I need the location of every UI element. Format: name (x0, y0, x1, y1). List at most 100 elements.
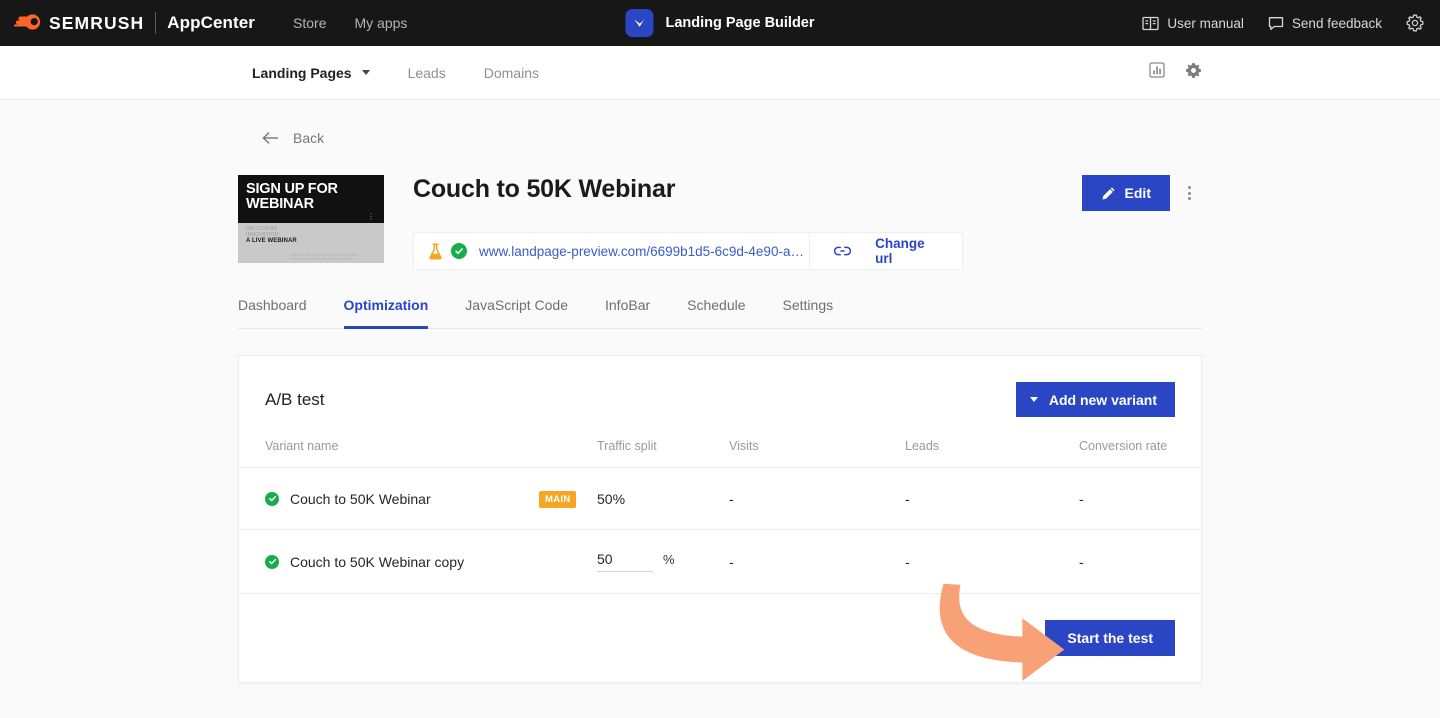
variant-name-cell: Couch to 50K Webinar copy (239, 530, 539, 594)
thumbnail-headline-1: SIGN UP FOR (246, 182, 376, 197)
conversion-rate-cell: - (1079, 530, 1201, 594)
thumbnail-fine-2: STRATEGIES FROM INDUSTRY LEADERS (246, 257, 376, 261)
subnav-item-landing-pages[interactable]: Landing Pages (252, 65, 370, 81)
subnav-landing-pages-label: Landing Pages (252, 65, 352, 81)
visits-cell: - (729, 530, 905, 594)
percent-symbol-label: % (663, 552, 675, 567)
current-app-indicator: Landing Page Builder (625, 9, 814, 37)
status-badge: MAIN (539, 491, 576, 508)
column-leads: Leads (905, 439, 1079, 468)
gear-icon (1406, 14, 1424, 32)
change-url-button[interactable]: Change url (875, 236, 948, 266)
analytics-button[interactable] (1149, 62, 1165, 83)
traffic-split-cell: 50% (597, 468, 729, 530)
user-manual-button[interactable]: User manual (1142, 16, 1244, 31)
book-icon (1142, 16, 1159, 31)
send-feedback-button[interactable]: Send feedback (1268, 16, 1382, 31)
preview-url-bar: www.landpage-preview.com/6699b1d5-6c9d-4… (413, 232, 963, 270)
tab-schedule[interactable]: Schedule (687, 297, 745, 329)
variant-badge-cell: MAIN (539, 468, 597, 530)
leads-cell: - (905, 530, 1079, 594)
landing-page-thumbnail[interactable]: SIGN UP FOR WEBINAR ⋮ UNLOCKING INNOVATI… (238, 175, 384, 263)
table-row: Couch to 50K Webinar copy % - - - (239, 530, 1201, 594)
preview-url-link[interactable]: www.landpage-preview.com/6699b1d5-6c9d-4… (479, 244, 809, 259)
table-row: Couch to 50K Webinar MAIN 50% - - - (239, 468, 1201, 530)
page-settings-gear-button[interactable] (1185, 62, 1202, 84)
variant-active-check-icon (265, 555, 279, 569)
thumbnail-body: UNLOCKING INNOVATION: A LIVE WEBINAR JOI… (238, 223, 384, 263)
send-feedback-label: Send feedback (1292, 16, 1382, 31)
brand-divider (155, 12, 156, 34)
chat-bubble-icon (1268, 16, 1284, 31)
topnav-store[interactable]: Store (293, 15, 326, 31)
link-icon (834, 245, 851, 257)
subnav-leads-label: Leads (408, 65, 446, 81)
gear-icon (1185, 62, 1202, 79)
variant-badge-cell (539, 530, 597, 594)
tab-settings[interactable]: Settings (783, 297, 834, 329)
start-test-button[interactable]: Start the test (1045, 620, 1175, 656)
semrush-comet-icon (14, 13, 42, 33)
subnav-domains-label: Domains (484, 65, 539, 81)
column-visits: Visits (729, 439, 905, 468)
add-new-variant-button[interactable]: Add new variant (1016, 382, 1175, 417)
page-tabs: Dashboard Optimization JavaScript Code I… (238, 296, 1202, 329)
thumbnail-headline-2: WEBINAR (246, 197, 376, 212)
landing-page-builder-icon (625, 9, 653, 37)
bar-chart-icon (1149, 62, 1165, 78)
subnav-item-leads[interactable]: Leads (408, 65, 446, 81)
page-title: Couch to 50K Webinar (413, 175, 675, 204)
ab-test-card-footer: Start the test (239, 594, 1201, 682)
variant-name-label: Couch to 50K Webinar (290, 491, 431, 507)
variant-name-label: Couch to 50K Webinar copy (290, 554, 464, 570)
semrush-wordmark: SEMRUSH (49, 13, 144, 34)
app-title-text: Landing Page Builder (665, 15, 814, 31)
semrush-logo[interactable]: SEMRUSH (14, 13, 144, 34)
back-button[interactable]: Back (238, 130, 1202, 146)
column-badge (539, 439, 597, 468)
top-right-actions: User manual Send feedback (1142, 14, 1440, 32)
leads-cell: - (905, 468, 1079, 530)
page-header-section: SIGN UP FOR WEBINAR ⋮ UNLOCKING INNOVATI… (238, 175, 1202, 270)
add-new-variant-label: Add new variant (1049, 392, 1157, 408)
thumbnail-sub-bold: A LIVE WEBINAR (246, 238, 376, 245)
back-label: Back (293, 130, 324, 146)
table-header-row: Variant name Traffic split Visits Leads … (239, 439, 1201, 468)
secondary-navigation-bar: Landing Pages Leads Domains (0, 46, 1440, 100)
traffic-split-input[interactable] (597, 551, 653, 572)
thumbnail-hero: SIGN UP FOR WEBINAR ⋮ (238, 175, 384, 223)
edit-button-label: Edit (1125, 185, 1151, 201)
flask-icon (428, 243, 443, 260)
column-variant-name: Variant name (239, 439, 539, 468)
column-conversion-rate: Conversion rate (1079, 439, 1201, 468)
copy-link-button[interactable] (810, 245, 875, 257)
topnav-my-apps[interactable]: My apps (354, 15, 407, 31)
main-content-area: Back SIGN UP FOR WEBINAR ⋮ UNLOCKING INN… (0, 100, 1440, 683)
thumbnail-dots-icon: ⋮ (367, 215, 375, 218)
ab-test-card: A/B test Add new variant Variant name Tr… (238, 355, 1202, 683)
user-manual-label: User manual (1167, 16, 1244, 31)
vertical-dots-icon (1188, 185, 1191, 201)
more-options-button[interactable] (1176, 178, 1202, 208)
arrow-left-icon (262, 131, 280, 145)
pencil-icon (1101, 186, 1116, 201)
column-traffic-split: Traffic split (597, 439, 729, 468)
brand-area: SEMRUSH AppCenter Store My apps (0, 12, 407, 34)
settings-gear-button[interactable] (1406, 14, 1424, 32)
traffic-split-cell: % (597, 530, 729, 594)
tab-optimization[interactable]: Optimization (344, 297, 429, 329)
url-status-check-icon (451, 243, 467, 259)
tab-dashboard[interactable]: Dashboard (238, 297, 307, 329)
variant-active-check-icon (265, 492, 279, 506)
tab-javascript-code[interactable]: JavaScript Code (465, 297, 568, 329)
conversion-rate-cell: - (1079, 468, 1201, 530)
edit-button[interactable]: Edit (1082, 175, 1170, 211)
top-header-bar: SEMRUSH AppCenter Store My apps Landing … (0, 0, 1440, 46)
variant-name-cell: Couch to 50K Webinar (239, 468, 539, 530)
chevron-down-icon (362, 70, 370, 75)
ab-test-title: A/B test (265, 390, 325, 410)
ab-test-table: Variant name Traffic split Visits Leads … (239, 439, 1201, 594)
subnav-item-domains[interactable]: Domains (484, 65, 539, 81)
chevron-down-icon (1030, 397, 1038, 402)
tab-infobar[interactable]: InfoBar (605, 297, 650, 329)
